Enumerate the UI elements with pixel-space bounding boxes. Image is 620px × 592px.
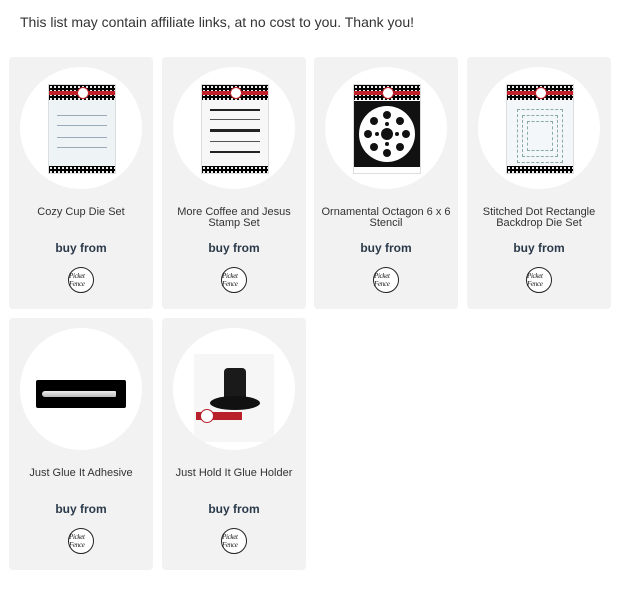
store-logo-icon: Picket Fence bbox=[222, 272, 238, 288]
product-image[interactable] bbox=[325, 67, 447, 189]
store-logo-icon: Picket Fence bbox=[222, 533, 238, 549]
buy-from-label: buy from bbox=[208, 241, 260, 255]
product-card: More Coffee and Jesus Stamp Set buy from… bbox=[162, 57, 306, 309]
product-card: Just Hold It Glue Holder buy from Picket… bbox=[162, 318, 306, 570]
store-logo-icon: Picket Fence bbox=[527, 272, 543, 288]
product-card: Stitched Dot Rectangle Backdrop Die Set … bbox=[467, 57, 611, 309]
store-logo-link[interactable]: Picket Fence bbox=[68, 528, 94, 554]
store-logo-icon: Picket Fence bbox=[69, 272, 85, 288]
product-image[interactable] bbox=[20, 67, 142, 189]
stamp-set-package-image bbox=[201, 84, 269, 174]
store-logo-icon: Picket Fence bbox=[374, 272, 390, 288]
store-logo-link[interactable]: Picket Fence bbox=[68, 267, 94, 293]
buy-from-label: buy from bbox=[513, 241, 565, 255]
die-set-package-image bbox=[506, 84, 574, 174]
product-title[interactable]: Just Hold It Glue Holder bbox=[168, 468, 300, 479]
product-image[interactable] bbox=[173, 328, 295, 450]
buy-from-label: buy from bbox=[55, 502, 107, 516]
product-image[interactable] bbox=[478, 67, 600, 189]
affiliate-disclaimer: This list may contain affiliate links, a… bbox=[20, 14, 415, 30]
product-title[interactable]: Just Glue It Adhesive bbox=[15, 468, 147, 479]
product-card: Ornamental Octagon 6 x 6 Stencil buy fro… bbox=[314, 57, 458, 309]
glue-pen-image bbox=[36, 380, 126, 408]
glue-holder-image bbox=[194, 354, 274, 442]
product-image[interactable] bbox=[20, 328, 142, 450]
store-logo-link[interactable]: Picket Fence bbox=[526, 267, 552, 293]
product-title[interactable]: Ornamental Octagon 6 x 6 Stencil bbox=[320, 207, 452, 229]
die-set-package-image bbox=[48, 84, 116, 174]
store-logo-icon: Picket Fence bbox=[69, 533, 85, 549]
product-card: Cozy Cup Die Set buy from Picket Fence bbox=[9, 57, 153, 309]
buy-from-label: buy from bbox=[208, 502, 260, 516]
store-logo-link[interactable]: Picket Fence bbox=[221, 528, 247, 554]
product-title[interactable]: Cozy Cup Die Set bbox=[15, 207, 147, 218]
product-title[interactable]: More Coffee and Jesus Stamp Set bbox=[168, 207, 300, 229]
product-title[interactable]: Stitched Dot Rectangle Backdrop Die Set bbox=[473, 207, 605, 229]
product-image[interactable] bbox=[173, 67, 295, 189]
stencil-package-image bbox=[353, 84, 421, 174]
store-logo-link[interactable]: Picket Fence bbox=[373, 267, 399, 293]
product-card: Just Glue It Adhesive buy from Picket Fe… bbox=[9, 318, 153, 570]
store-logo-link[interactable]: Picket Fence bbox=[221, 267, 247, 293]
buy-from-label: buy from bbox=[55, 241, 107, 255]
buy-from-label: buy from bbox=[360, 241, 412, 255]
